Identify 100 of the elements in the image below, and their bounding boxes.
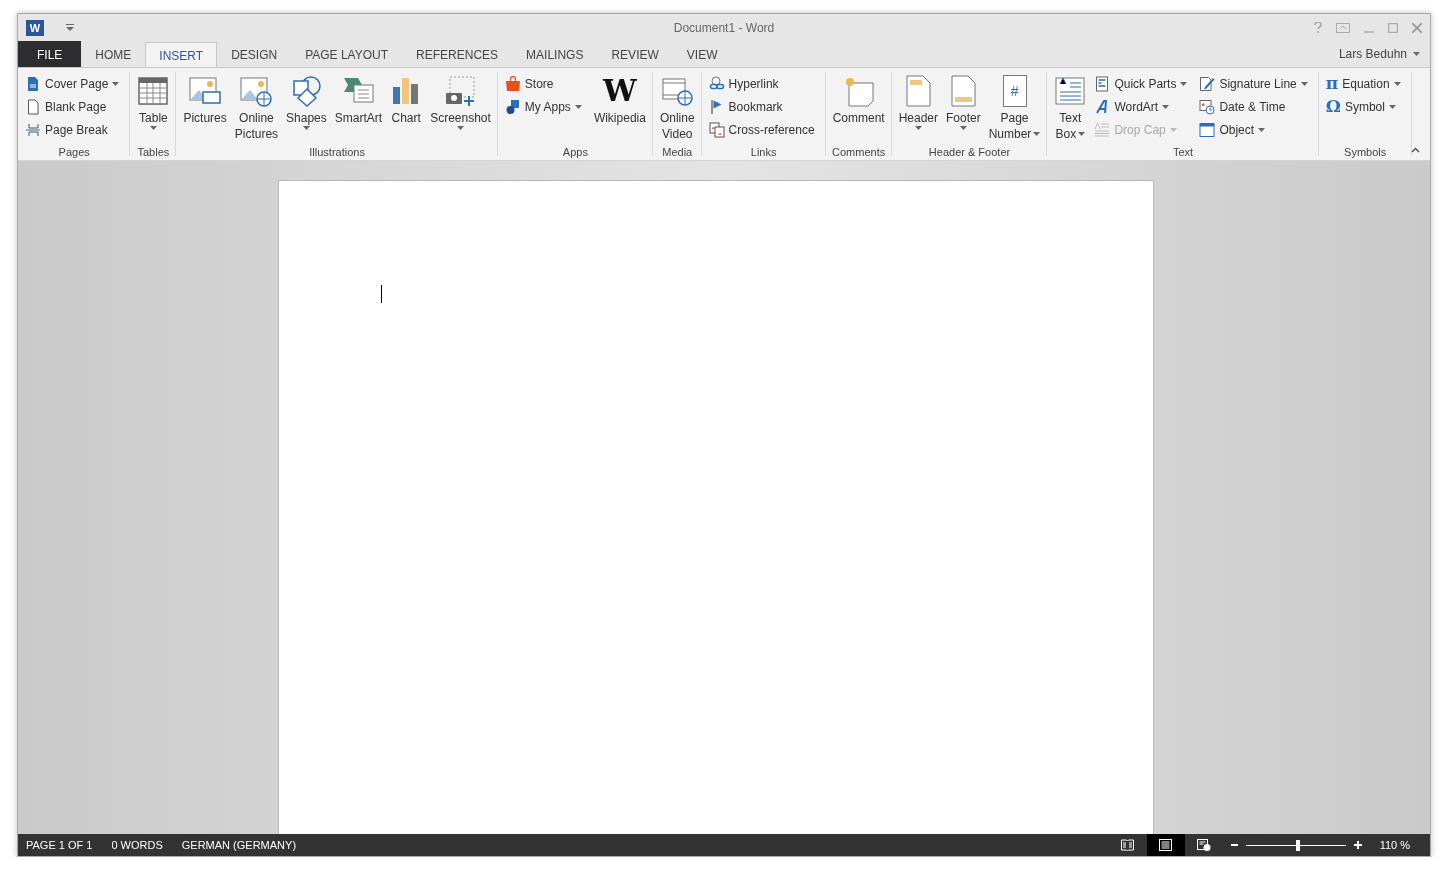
view-button[interactable] (1146, 834, 1185, 856)
ribbon-button[interactable]: Online Pictures (231, 72, 282, 146)
group-label: Media (661, 146, 694, 160)
ribbon-button[interactable]: W Wikipedia (590, 72, 649, 146)
table-icon (137, 75, 170, 107)
caret-icon (1300, 81, 1308, 86)
ribbon-tab[interactable]: PAGE LAYOUT (291, 41, 403, 67)
flag-icon (708, 98, 725, 115)
ribbon-tab[interactable]: INSERT (145, 42, 218, 68)
ribbon-button[interactable]: WordArt (1094, 95, 1192, 118)
caret-icon (1033, 132, 1041, 136)
window-title: Document1 - Word (673, 20, 775, 35)
page-number-icon: # (1002, 75, 1027, 107)
store-bag-icon (504, 75, 521, 92)
blank-page-icon (25, 98, 41, 115)
slider-thumb[interactable] (1295, 839, 1300, 851)
ribbon-button[interactable]: Object (1199, 118, 1312, 141)
cross-reference-icon (708, 121, 725, 138)
ribbon-button[interactable]: Cover Page (25, 72, 124, 95)
ribbon-button[interactable]: Cross-reference (708, 118, 819, 141)
ribbon-button[interactable]: Ω Symbol (1325, 95, 1405, 118)
caret-icon (1078, 132, 1086, 136)
ribbon-button[interactable]: Header (895, 72, 941, 146)
zoom-in-icon[interactable] (1353, 841, 1362, 849)
file-tab[interactable]: FILE (18, 41, 82, 67)
video-globe-icon (661, 75, 694, 107)
ribbon-tab[interactable]: HOME (81, 41, 146, 67)
cubes-icon (504, 98, 521, 115)
group-label: Illustrations (308, 146, 366, 160)
group-label: Text (1172, 146, 1195, 160)
ribbon-button[interactable]: Quick Parts (1094, 72, 1192, 95)
object-window-icon (1199, 121, 1216, 138)
ribbon-button[interactable]: Pictures (180, 72, 230, 146)
calendar-clock-icon (1199, 98, 1216, 115)
zoom-level[interactable]: 110 % (1379, 839, 1410, 851)
cover-page-icon (25, 75, 41, 92)
caret-icon (574, 104, 582, 109)
ribbon-button[interactable]: My Apps (504, 95, 586, 118)
ribbon-button[interactable]: Page Break (25, 118, 124, 141)
ribbon-tab[interactable]: MAILINGS (512, 41, 598, 67)
ribbon-button[interactable]: Signature Line (1199, 72, 1312, 95)
word-logo-icon: W (26, 19, 44, 36)
ribbon-tab[interactable]: VIEW (672, 41, 732, 67)
ribbon-button[interactable]: Online Video (656, 72, 698, 146)
text-cursor (381, 285, 382, 303)
caret-icon (1162, 104, 1170, 109)
collapse-ribbon-icon[interactable] (1411, 147, 1420, 153)
user-name[interactable]: Lars Beduhn (1338, 47, 1407, 61)
ribbon-button[interactable]: π Equation (1325, 72, 1405, 95)
ribbon-button[interactable]: Bookmark (708, 95, 819, 118)
status-text[interactable]: GERMAN (GERMANY) (181, 839, 297, 851)
group-label: Apps (561, 146, 589, 160)
ribbon-button[interactable]: Shapes (283, 72, 330, 146)
group-label: Symbols (1343, 146, 1388, 160)
omega-icon: Ω (1325, 98, 1341, 115)
shapes-icon (290, 75, 323, 107)
ribbon-button[interactable]: Table (134, 72, 173, 146)
caret-icon (112, 81, 120, 86)
group-label: Pages (57, 146, 91, 160)
text-box-icon (1054, 75, 1087, 107)
quick-parts-icon (1094, 75, 1111, 92)
ribbon-button[interactable]: Screenshot (427, 72, 494, 146)
ribbon-tab[interactable]: DESIGN (217, 41, 292, 67)
online-pictures-icon (240, 75, 273, 107)
caret-icon (914, 126, 922, 130)
ribbon-button[interactable]: Chart (387, 72, 426, 146)
wikipedia-logo-icon: W (603, 76, 637, 106)
caret-icon (1388, 104, 1396, 109)
group-label: Tables (136, 146, 171, 160)
group-label: Links (749, 146, 778, 160)
status-text[interactable]: PAGE 1 OF 1 (26, 839, 93, 851)
group-label: Comments (831, 146, 887, 160)
caret-icon (959, 126, 967, 130)
ribbon-button[interactable]: # Page Number (985, 72, 1044, 146)
ribbon-button[interactable]: SmartArt (331, 72, 386, 146)
book-icon (1121, 839, 1135, 851)
status-text[interactable]: 0 WORDS (111, 839, 163, 851)
caret-icon (1169, 127, 1177, 132)
ribbon-tab[interactable]: REVIEW (597, 41, 673, 67)
page-lines-icon (1159, 839, 1173, 851)
caret-icon (1413, 52, 1420, 56)
page-break-icon (25, 121, 41, 138)
caret-icon (149, 126, 157, 130)
signature-pen-icon (1199, 75, 1216, 92)
ribbon-button[interactable]: Hyperlink (708, 72, 819, 95)
ribbon-button[interactable]: Text Box (1051, 72, 1090, 146)
group-label: Header & Footer (927, 146, 1012, 160)
link-globe-icon (708, 75, 725, 92)
ribbon-tab[interactable]: REFERENCES (402, 41, 513, 67)
drop-cap-icon (1094, 121, 1111, 138)
ribbon-button[interactable]: Comment (829, 72, 888, 146)
ribbon-button[interactable]: Blank Page (25, 95, 124, 118)
caret-icon (1258, 127, 1266, 132)
pi-icon: π (1325, 75, 1339, 92)
ribbon-button[interactable]: Footer (943, 72, 984, 146)
caret-icon (1180, 81, 1188, 86)
ribbon-button[interactable]: Date & Time (1199, 95, 1312, 118)
ribbon-button[interactable]: Store (504, 72, 586, 95)
caret-icon (1393, 81, 1401, 86)
customize-toolbar-icon[interactable] (66, 24, 74, 31)
